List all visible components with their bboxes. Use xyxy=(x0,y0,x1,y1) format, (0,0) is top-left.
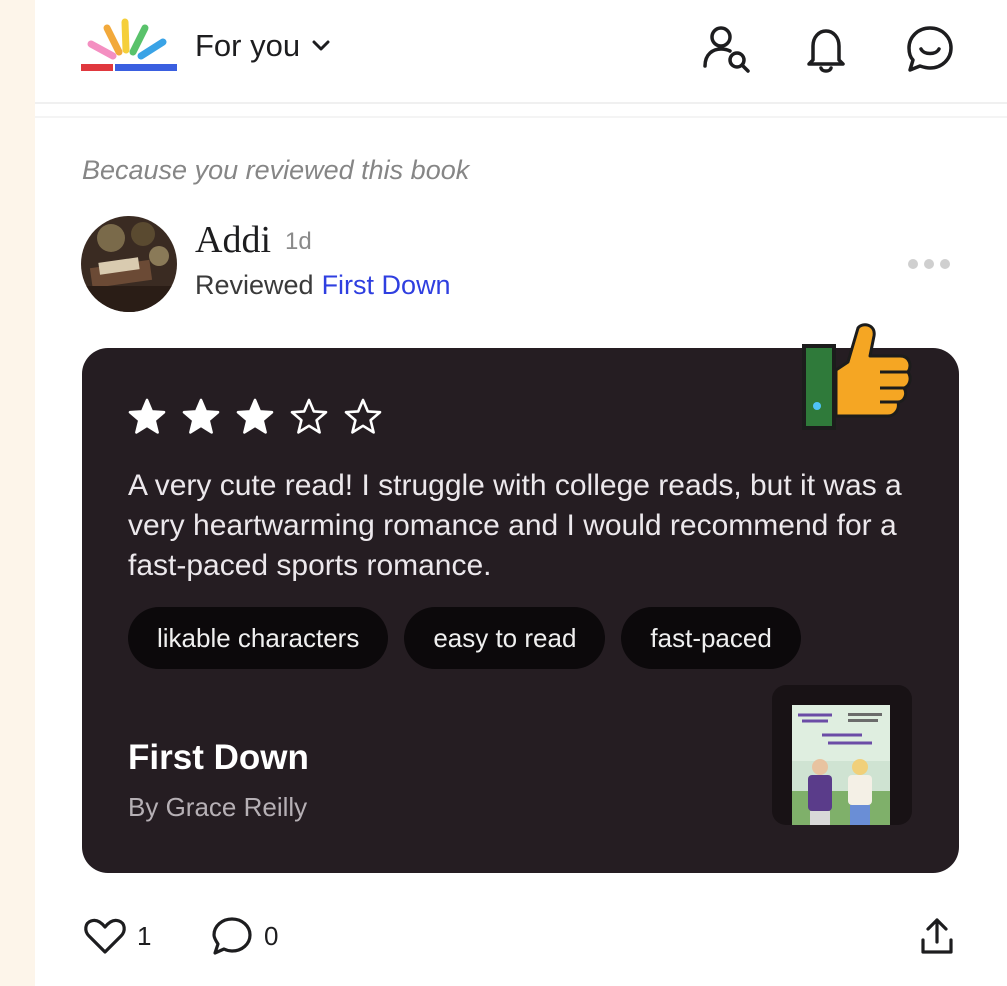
activity-label: Reviewed xyxy=(195,270,314,300)
review-tags: likable characters easy to read fast-pac… xyxy=(128,607,801,669)
app-screen: For you Because you reviewed this book A… xyxy=(35,0,1007,986)
find-people-icon[interactable] xyxy=(699,22,753,76)
avatar[interactable] xyxy=(81,216,177,312)
comment-icon xyxy=(212,917,252,955)
username[interactable]: Addi xyxy=(195,218,271,262)
feed-title: For you xyxy=(195,28,301,63)
book-cover-image xyxy=(792,705,890,825)
book-title[interactable]: First Down xyxy=(128,738,309,778)
star-empty-icon xyxy=(344,398,382,434)
share-button[interactable] xyxy=(915,914,959,958)
book-cover[interactable] xyxy=(772,685,912,825)
star-filled-icon xyxy=(128,398,166,434)
chevron-down-icon xyxy=(312,40,330,51)
tag-chip[interactable]: easy to read xyxy=(404,607,606,669)
divider xyxy=(35,116,1007,118)
heart-icon xyxy=(84,918,126,954)
book-author: By Grace Reilly xyxy=(128,792,308,822)
recommendation-reason: Because you reviewed this book xyxy=(82,155,470,185)
bell-icon[interactable] xyxy=(799,22,853,76)
top-bar: For you xyxy=(35,0,1007,104)
tag-chip[interactable]: fast-paced xyxy=(621,607,801,669)
review-text: A very cute read! I struggle with colleg… xyxy=(128,469,902,582)
more-options-icon[interactable] xyxy=(905,253,953,275)
thumbs-up-icon xyxy=(800,322,915,434)
chat-icon[interactable] xyxy=(903,22,957,76)
star-filled-icon xyxy=(236,398,274,434)
post-time: 1d xyxy=(285,228,312,255)
book-link[interactable]: First Down xyxy=(322,270,451,300)
logo-icon[interactable] xyxy=(79,18,179,76)
star-filled-icon xyxy=(182,398,220,434)
like-count: 1 xyxy=(137,920,152,951)
tag-chip[interactable]: likable characters xyxy=(128,607,389,669)
comment-count: 0 xyxy=(264,920,279,951)
activity-line: Reviewed First Down xyxy=(195,270,451,301)
comment-button[interactable]: 0 xyxy=(210,914,278,958)
like-button[interactable]: 1 xyxy=(83,914,151,958)
star-rating xyxy=(128,398,382,436)
feed-selector[interactable]: For you xyxy=(195,28,330,64)
star-empty-icon xyxy=(290,398,328,434)
share-icon xyxy=(921,918,953,954)
